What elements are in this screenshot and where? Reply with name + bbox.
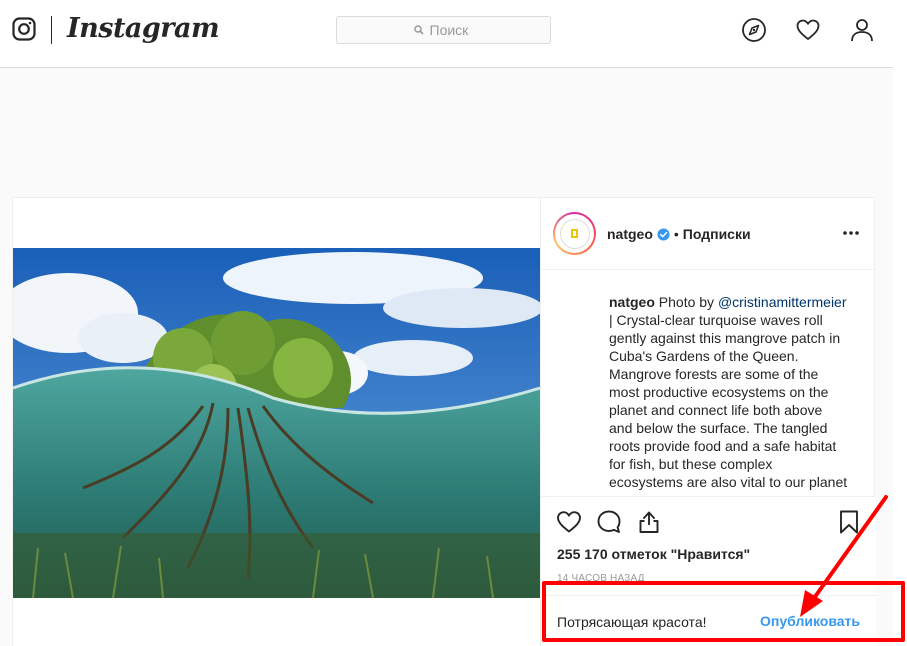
search-input[interactable] [429, 22, 474, 38]
mangrove-photo-image [13, 248, 540, 598]
comment-input[interactable] [557, 612, 747, 632]
publish-button[interactable]: Опубликовать [760, 613, 860, 629]
post-actions-panel: 255 170 отметок "Нравится" 14 ЧАСОВ НАЗА… [541, 496, 876, 646]
author-line: natgeo • Подписки [607, 226, 751, 242]
following-button[interactable]: Подписки [683, 226, 751, 242]
instagram-wordmark[interactable]: Instagram [67, 13, 220, 44]
caption-mention-link[interactable]: @cristinamittermeier [718, 294, 847, 310]
bookmark-icon[interactable] [836, 509, 862, 535]
post-timestamp[interactable]: 14 ЧАСОВ НАЗАД [557, 573, 645, 584]
likes-count[interactable]: 255 170 отметок "Нравится" [557, 546, 750, 562]
comment-icon[interactable] [596, 509, 622, 535]
caption-text: | Crystal-clear turquoise waves roll gen… [609, 312, 848, 490]
instagram-camera-icon[interactable] [12, 17, 36, 41]
post-header: natgeo • Подписки [541, 198, 876, 270]
explore-icon[interactable] [741, 17, 767, 43]
logo-divider [51, 16, 52, 44]
profile-icon[interactable] [849, 17, 875, 43]
search-icon [413, 25, 424, 35]
post-sidebar: natgeo • Подписки natgeo Photo by @crist… [540, 198, 876, 646]
caption-text-before: Photo by [654, 294, 718, 310]
verified-badge-icon [657, 227, 670, 241]
avatar[interactable] [553, 212, 596, 255]
share-icon[interactable] [636, 509, 662, 535]
search-box[interactable] [336, 16, 551, 44]
natgeo-logo-icon [559, 218, 590, 249]
comment-bar: Опубликовать [541, 595, 876, 646]
post-card: natgeo • Подписки natgeo Photo by @crist… [12, 197, 876, 646]
post-photo[interactable] [13, 248, 540, 598]
top-navigation-bar: Instagram [0, 0, 893, 68]
more-options-icon[interactable] [842, 224, 860, 242]
like-heart-icon[interactable] [556, 509, 582, 535]
caption-username-link[interactable]: natgeo [609, 294, 655, 310]
scrollbar-track[interactable] [893, 0, 907, 646]
heart-icon[interactable] [795, 17, 821, 43]
post-caption: natgeo Photo by @cristinamittermeier | C… [609, 293, 849, 493]
author-username-link[interactable]: natgeo [607, 226, 653, 242]
separator-dot: • [673, 226, 679, 242]
